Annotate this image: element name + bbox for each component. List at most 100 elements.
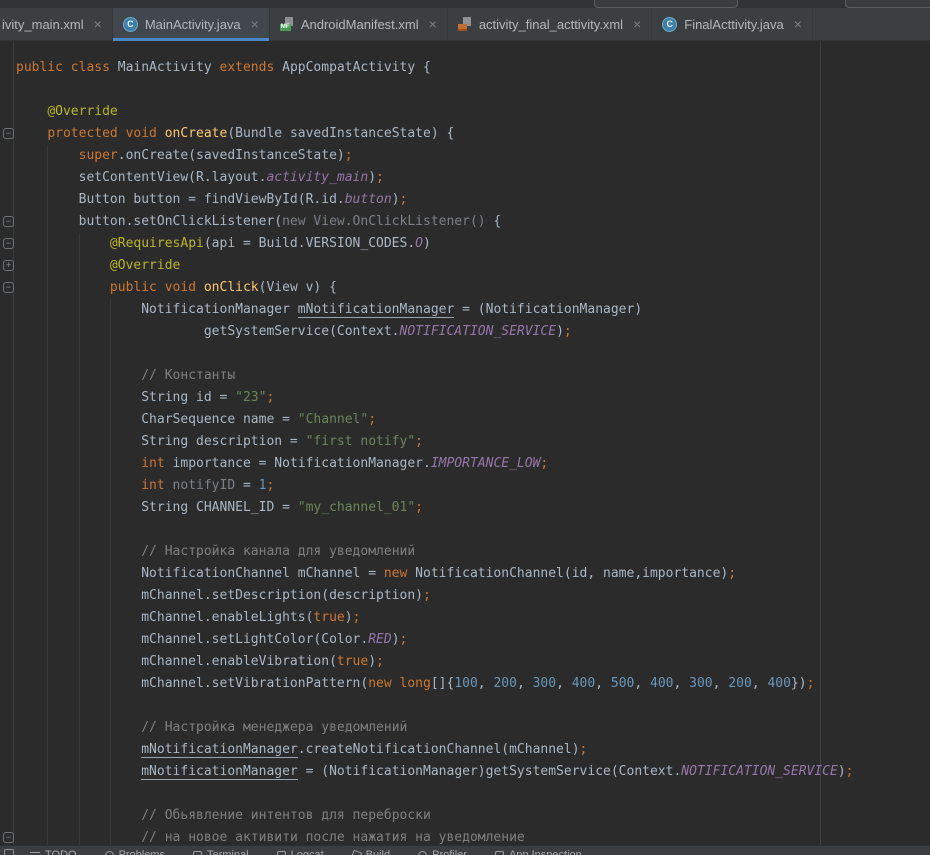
code-line[interactable]: int importance = NotificationManager.IMP… bbox=[16, 453, 854, 475]
code-line[interactable]: String id = "23"; bbox=[16, 387, 854, 409]
statusbar-item-label: Profiler bbox=[432, 849, 467, 855]
statusbar-item-logcat[interactable]: Logcat bbox=[277, 849, 324, 855]
code-token: protected void bbox=[47, 126, 164, 141]
layout-xml-icon bbox=[458, 17, 472, 31]
tab-label: MainActivity.java bbox=[145, 17, 241, 32]
tab-label: activity_final_acttivity.xml bbox=[479, 17, 623, 32]
code-line[interactable]: mChannel.setDescription(description); bbox=[16, 585, 854, 607]
code-token bbox=[16, 830, 141, 845]
tab-label: FinalActtivity.java bbox=[684, 17, 783, 32]
code-token: ; bbox=[564, 324, 572, 339]
code-line[interactable]: mChannel.enableVibration(true); bbox=[16, 651, 854, 673]
code-line[interactable]: public void onClick(View v) { bbox=[16, 277, 854, 299]
fold-marker-icon[interactable]: − bbox=[3, 216, 14, 227]
code-line[interactable] bbox=[16, 519, 854, 541]
code-line[interactable]: setContentView(R.layout.activity_main); bbox=[16, 167, 854, 189]
code-line[interactable]: String description = "first notify"; bbox=[16, 431, 854, 453]
code-line[interactable]: mChannel.setVibrationPattern(new long[]{… bbox=[16, 673, 854, 695]
code-line[interactable]: CharSequence name = "Channel"; bbox=[16, 409, 854, 431]
tool-window-corner-icon[interactable] bbox=[4, 849, 14, 855]
fold-marker-icon[interactable]: − bbox=[3, 832, 14, 843]
code-token: NOTIFICATION_SERVICE bbox=[400, 324, 557, 339]
tab-close-icon[interactable]: × bbox=[633, 17, 641, 31]
code-token bbox=[16, 258, 110, 273]
code-token: ; bbox=[376, 654, 384, 669]
code-token: 400 bbox=[572, 676, 595, 691]
statusbar-item-problems[interactable]: Problems bbox=[105, 849, 165, 855]
code-line[interactable]: mNotificationManager = (NotificationMana… bbox=[16, 761, 854, 783]
code-line[interactable]: button.setOnClickListener(new View.OnCli… bbox=[16, 211, 854, 233]
code-line[interactable] bbox=[16, 343, 854, 365]
code-token: mNotificationManager bbox=[141, 764, 298, 780]
tab-mainactivity-java[interactable]: CMainActivity.java× bbox=[113, 8, 270, 40]
fold-marker-icon[interactable]: + bbox=[3, 260, 14, 271]
code-line[interactable]: mNotificationManager.createNotificationC… bbox=[16, 739, 854, 761]
statusbar-item-build[interactable]: Build bbox=[352, 849, 390, 855]
code-token: 300 bbox=[533, 676, 556, 691]
code-token: MainActivity bbox=[118, 60, 220, 75]
code-line[interactable] bbox=[16, 783, 854, 805]
fold-marker-icon[interactable]: − bbox=[3, 128, 14, 139]
code-line[interactable]: // на новое активити после нажатия на ув… bbox=[16, 827, 854, 845]
code-token: mNotificationManager bbox=[141, 742, 298, 758]
tab-activity-final-acttivity-xml[interactable]: activity_final_acttivity.xml × bbox=[448, 8, 652, 40]
tab-ivity-main-xml[interactable]: ivity_main.xml× bbox=[0, 8, 113, 40]
code-line[interactable]: // Константы bbox=[16, 365, 854, 387]
code-line[interactable]: @Override bbox=[16, 101, 854, 123]
code-token: (Bundle savedInstanceState) { bbox=[227, 126, 454, 141]
code-line[interactable]: protected void onCreate(Bundle savedInst… bbox=[16, 123, 854, 145]
problems-icon bbox=[105, 851, 114, 855]
code-line[interactable] bbox=[16, 79, 854, 101]
code-token: 200 bbox=[728, 676, 751, 691]
code-token: , bbox=[713, 676, 729, 691]
tab-close-icon[interactable]: × bbox=[251, 17, 259, 31]
statusbar-item-todo[interactable]: TODO bbox=[30, 849, 77, 855]
statusbar-item-profiler[interactable]: Profiler bbox=[418, 849, 467, 855]
code-token: []{ bbox=[431, 676, 454, 691]
code-line[interactable]: String CHANNEL_ID = "my_channel_01"; bbox=[16, 497, 854, 519]
code-line[interactable]: // Обьявление интентов для переброски bbox=[16, 805, 854, 827]
code-token: "Channel" bbox=[298, 412, 368, 427]
statusbar-item-terminal[interactable]: Terminal bbox=[193, 849, 249, 855]
code-line[interactable]: getSystemService(Context.NOTIFICATION_SE… bbox=[16, 321, 854, 343]
code-editor[interactable]: public class MainActivity extends AppCom… bbox=[0, 41, 930, 845]
app-inspection-icon bbox=[495, 851, 504, 855]
code-line[interactable]: super.onCreate(savedInstanceState); bbox=[16, 145, 854, 167]
statusbar-item-app-inspection[interactable]: App Inspection bbox=[495, 849, 582, 855]
code-line[interactable]: @Override bbox=[16, 255, 854, 277]
code-line[interactable]: NotificationChannel mChannel = new Notif… bbox=[16, 563, 854, 585]
tab-close-icon[interactable]: × bbox=[794, 17, 802, 31]
code-token: setContentView(R.layout. bbox=[16, 170, 266, 185]
code-line[interactable]: mChannel.setLightColor(Color.RED); bbox=[16, 629, 854, 651]
code-token: ) bbox=[392, 632, 400, 647]
code-token bbox=[16, 126, 47, 141]
code-token: @RequiresApi bbox=[110, 236, 204, 251]
code-line[interactable]: int notifyID = 1; bbox=[16, 475, 854, 497]
code-token: , bbox=[674, 676, 690, 691]
tab-androidmanifest-xml[interactable]: AndroidManifest.xml× bbox=[270, 8, 448, 40]
code-token: (api = Build.VERSION_CODES. bbox=[204, 236, 415, 251]
code-line[interactable]: // Настройка менеджера уведомлений bbox=[16, 717, 854, 739]
code-token: super bbox=[79, 148, 118, 163]
code-token: IMPORTANCE_LOW bbox=[431, 456, 541, 471]
code-text[interactable]: public class MainActivity extends AppCom… bbox=[16, 57, 854, 845]
code-line[interactable]: Button button = findViewById(R.id.button… bbox=[16, 189, 854, 211]
code-token: @Override bbox=[110, 258, 180, 273]
code-line[interactable]: public class MainActivity extends AppCom… bbox=[16, 57, 854, 79]
code-line[interactable]: NotificationManager mNotificationManager… bbox=[16, 299, 854, 321]
fold-marker-icon[interactable]: − bbox=[3, 238, 14, 249]
tab-close-icon[interactable]: × bbox=[94, 17, 102, 31]
tab-finalacttivity-java[interactable]: CFinalActtivity.java× bbox=[652, 8, 813, 40]
code-line[interactable]: mChannel.enableLights(true); bbox=[16, 607, 854, 629]
run-configuration-widget[interactable] bbox=[594, 0, 738, 8]
code-token: int bbox=[141, 456, 164, 471]
code-token: ) bbox=[392, 192, 400, 207]
code-token: onCreate bbox=[165, 126, 228, 141]
tab-close-icon[interactable]: × bbox=[429, 17, 437, 31]
code-token: NOTIFICATION_SERVICE bbox=[681, 764, 838, 779]
code-line[interactable] bbox=[16, 695, 854, 717]
fold-marker-icon[interactable]: − bbox=[3, 282, 14, 293]
device-selector-widget[interactable] bbox=[845, 0, 930, 8]
code-line[interactable]: @RequiresApi(api = Build.VERSION_CODES.O… bbox=[16, 233, 854, 255]
code-line[interactable]: // Настройка канала для уведомлений bbox=[16, 541, 854, 563]
